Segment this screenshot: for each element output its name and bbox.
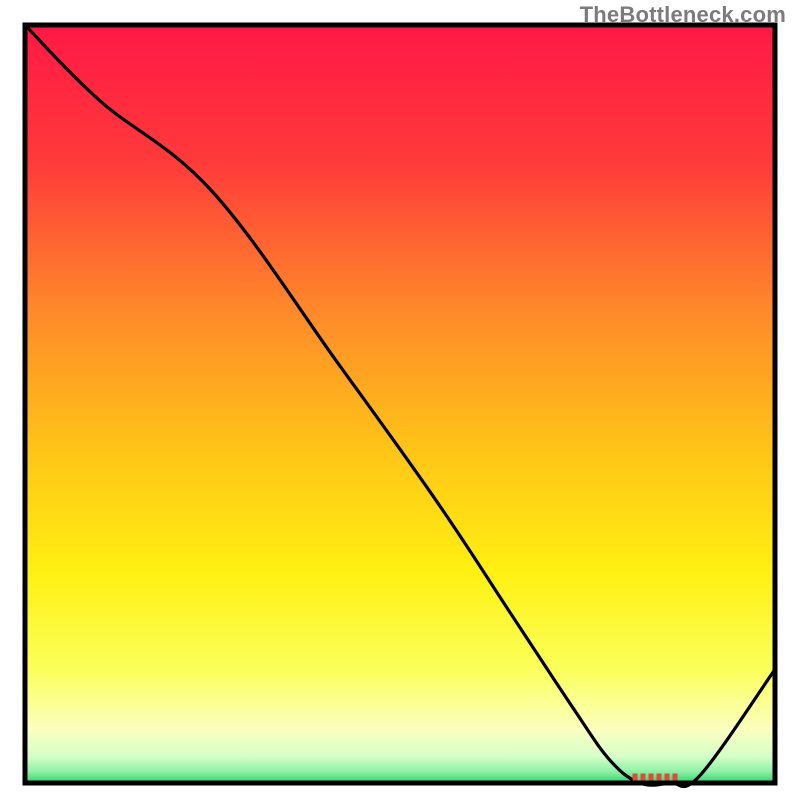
bottleneck-chart <box>0 0 800 800</box>
watermark-label: TheBottleneck.com <box>580 2 786 28</box>
chart-container: TheBottleneck.com <box>0 0 800 800</box>
plot-background <box>25 25 775 783</box>
